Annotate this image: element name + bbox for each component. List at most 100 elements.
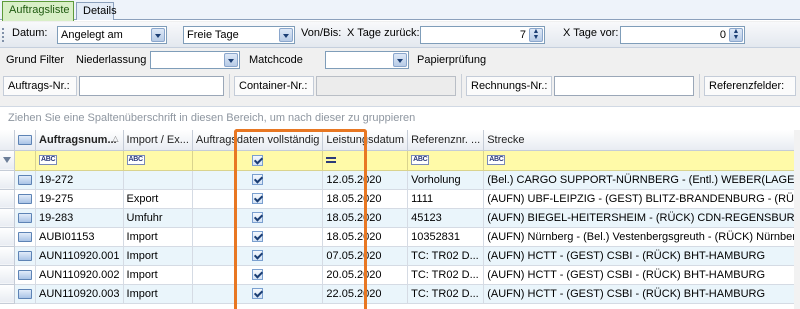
row-icon[interactable] <box>18 231 32 242</box>
table-row[interactable]: 19-275 Export 18.05.2020 1111 (AUFN) UBF-LEI… <box>0 189 800 209</box>
checkbox-checked-icon[interactable] <box>252 212 264 224</box>
filter-cell[interactable]: ABC <box>407 150 485 171</box>
checkbox-checked-icon[interactable] <box>252 231 264 243</box>
papierpruefung-label: Papierprüfung <box>417 54 487 66</box>
table-row[interactable]: 19-283 Umfuhr 18.05.2020 45123 (AUFN) BIEGEL… <box>0 208 800 228</box>
cell-auftragsnummer: 19-283 <box>35 208 124 228</box>
cell-auftragsdaten-vollstaendig[interactable] <box>192 227 324 247</box>
checkbox-checked-icon[interactable] <box>252 193 264 205</box>
cell-import-export: Import <box>123 227 193 247</box>
cell-auftragsdaten-vollstaendig[interactable] <box>192 189 324 209</box>
row-icon[interactable] <box>18 193 32 204</box>
cell-auftragsdaten-vollstaendig[interactable] <box>192 208 324 228</box>
cell-referenznr: 45123 <box>407 208 485 228</box>
filter-cell[interactable]: ABC <box>123 150 193 171</box>
row-icon[interactable] <box>18 212 32 223</box>
matchcode-combo[interactable] <box>325 51 409 69</box>
column-header-referenznr[interactable]: Referenznr. ... <box>407 130 485 151</box>
cell-auftragsdaten-vollstaendig[interactable] <box>192 284 324 304</box>
row-select-cell[interactable] <box>14 284 36 304</box>
column-header-auftragsdaten[interactable]: Auftragsdaten vollständig <box>192 130 324 151</box>
datum-combo[interactable]: Angelegt am <box>57 26 167 44</box>
filter-cell[interactable] <box>322 150 409 171</box>
container-nr-input[interactable] <box>316 76 456 96</box>
x-tage-zurueck-label: X Tage zurück: <box>347 27 420 39</box>
checkbox-checked-icon[interactable] <box>252 288 264 300</box>
cell-auftragsnummer: AUN110920.002 <box>35 265 124 285</box>
checkbox-checked-icon[interactable] <box>252 269 264 281</box>
cell-import-export <box>123 170 193 190</box>
x-tage-vor-spin-icon[interactable]: ▲ ▼ <box>729 28 743 42</box>
datum-label: Datum: <box>12 27 48 39</box>
row-icon[interactable] <box>18 269 32 280</box>
niederlassung-combo[interactable] <box>150 51 240 69</box>
x-tage-zurueck-stepper[interactable]: 7 ▲ ▼ <box>420 26 545 44</box>
filter-row-indicator <box>0 150 15 171</box>
row-select-cell[interactable] <box>14 208 36 228</box>
container-nr-label: Container-Nr.: <box>234 76 314 96</box>
row-select-cell[interactable] <box>14 189 36 209</box>
filter-cell[interactable]: ABC <box>483 150 800 171</box>
table-row[interactable]: AUBI01153 Import 18.05.2020 10352831 (AUFN) … <box>0 227 800 247</box>
text-filter-icon[interactable]: ABC <box>126 155 145 166</box>
row-icon[interactable] <box>18 288 32 299</box>
column-header-strecke[interactable]: Strecke <box>483 130 800 151</box>
freie-tage-combo[interactable]: Freie Tage <box>183 26 295 44</box>
row-icon[interactable] <box>18 250 32 261</box>
column-header-import-export[interactable]: Import / Ex... <box>123 130 193 151</box>
text-filter-icon[interactable]: ABC <box>487 155 506 166</box>
group-by-area[interactable]: Ziehen Sie eine Spaltenüberschrift in di… <box>0 106 800 126</box>
cell-auftragsdaten-vollstaendig[interactable] <box>192 246 324 266</box>
text-filter-icon[interactable]: ABC <box>39 155 58 166</box>
cell-auftragsnummer: 19-275 <box>35 189 124 209</box>
freie-tage-dropdown-icon[interactable] <box>279 28 293 42</box>
row-select-cell[interactable] <box>14 246 36 266</box>
row-select-cell[interactable] <box>14 170 36 190</box>
table-row[interactable]: AUN110920.003 Import 22.05.2020 TC: TR02 D.… <box>0 284 800 304</box>
cell-leistungsdatum: 20.05.2020 <box>322 265 409 285</box>
rechnungs-nr-input[interactable] <box>554 76 694 96</box>
table-row[interactable]: AUN110920.001 Import 07.05.2020 TC: TR02 D.… <box>0 246 800 266</box>
cell-auftragsdaten-vollstaendig[interactable] <box>192 170 324 190</box>
matchcode-dropdown-icon[interactable] <box>393 53 407 67</box>
cell-leistungsdatum: 18.05.2020 <box>322 227 409 247</box>
x-tage-zurueck-value: 7 <box>519 29 526 41</box>
datum-dropdown-icon[interactable] <box>151 28 165 42</box>
table-row[interactable]: AUN110920.002 Import 20.05.2020 TC: TR02 D.… <box>0 265 800 285</box>
column-header-leistungsdatum[interactable]: Leistungsdatum <box>322 130 409 151</box>
checkbox-filter-icon[interactable] <box>252 154 264 166</box>
auftrags-nr-input[interactable] <box>79 76 224 96</box>
x-tage-vor-stepper[interactable]: 0 ▲ ▼ <box>620 26 745 44</box>
cell-leistungsdatum: 18.05.2020 <box>322 208 409 228</box>
cell-referenznr: TC: TR02 D... <box>407 284 485 304</box>
tab-details[interactable]: Details <box>76 2 117 20</box>
row-select-cell[interactable] <box>14 227 36 247</box>
text-filter-icon[interactable]: ABC <box>411 155 430 166</box>
toolbar-grip[interactable] <box>2 28 8 42</box>
row-indicator <box>0 227 15 247</box>
table-row[interactable]: 19-272 12.05.2020 Vorholung (Bel.) CARGO SU… <box>0 170 800 190</box>
filter-cell[interactable] <box>192 150 324 171</box>
x-tage-zurueck-spin-icon[interactable]: ▲ ▼ <box>529 28 543 42</box>
row-select-cell[interactable] <box>14 265 36 285</box>
separator <box>461 74 462 98</box>
select-all-icon[interactable] <box>18 134 32 145</box>
equals-filter-icon[interactable] <box>326 157 337 164</box>
filter-cell[interactable] <box>14 150 36 171</box>
cell-strecke: (AUFN) Nürnberg - (Bel.) Vestenbergsgreu… <box>483 227 800 247</box>
row-icon[interactable] <box>18 174 32 185</box>
niederlassung-dropdown-icon[interactable] <box>224 53 238 67</box>
cell-leistungsdatum: 22.05.2020 <box>322 284 409 304</box>
cell-strecke: (Bel.) CARGO SUPPORT-NÜRNBERG - (Entl.) … <box>483 170 800 190</box>
x-tage-vor-label: X Tage vor: <box>563 27 619 39</box>
tab-auftragsliste[interactable]: Auftragsliste <box>2 1 74 21</box>
filter-cell[interactable]: ABC <box>35 150 124 171</box>
tab-strip: Auftragsliste Details <box>0 0 800 21</box>
cell-auftragsdaten-vollstaendig[interactable] <box>192 265 324 285</box>
checkbox-checked-icon[interactable] <box>252 174 264 186</box>
column-header-auftragsnummer[interactable]: Auftragsnum... △ <box>35 130 124 151</box>
row-indicator <box>0 208 15 228</box>
header-select-cell[interactable] <box>14 130 36 151</box>
vertical-scrollbar[interactable] <box>794 130 800 309</box>
checkbox-checked-icon[interactable] <box>252 250 264 262</box>
